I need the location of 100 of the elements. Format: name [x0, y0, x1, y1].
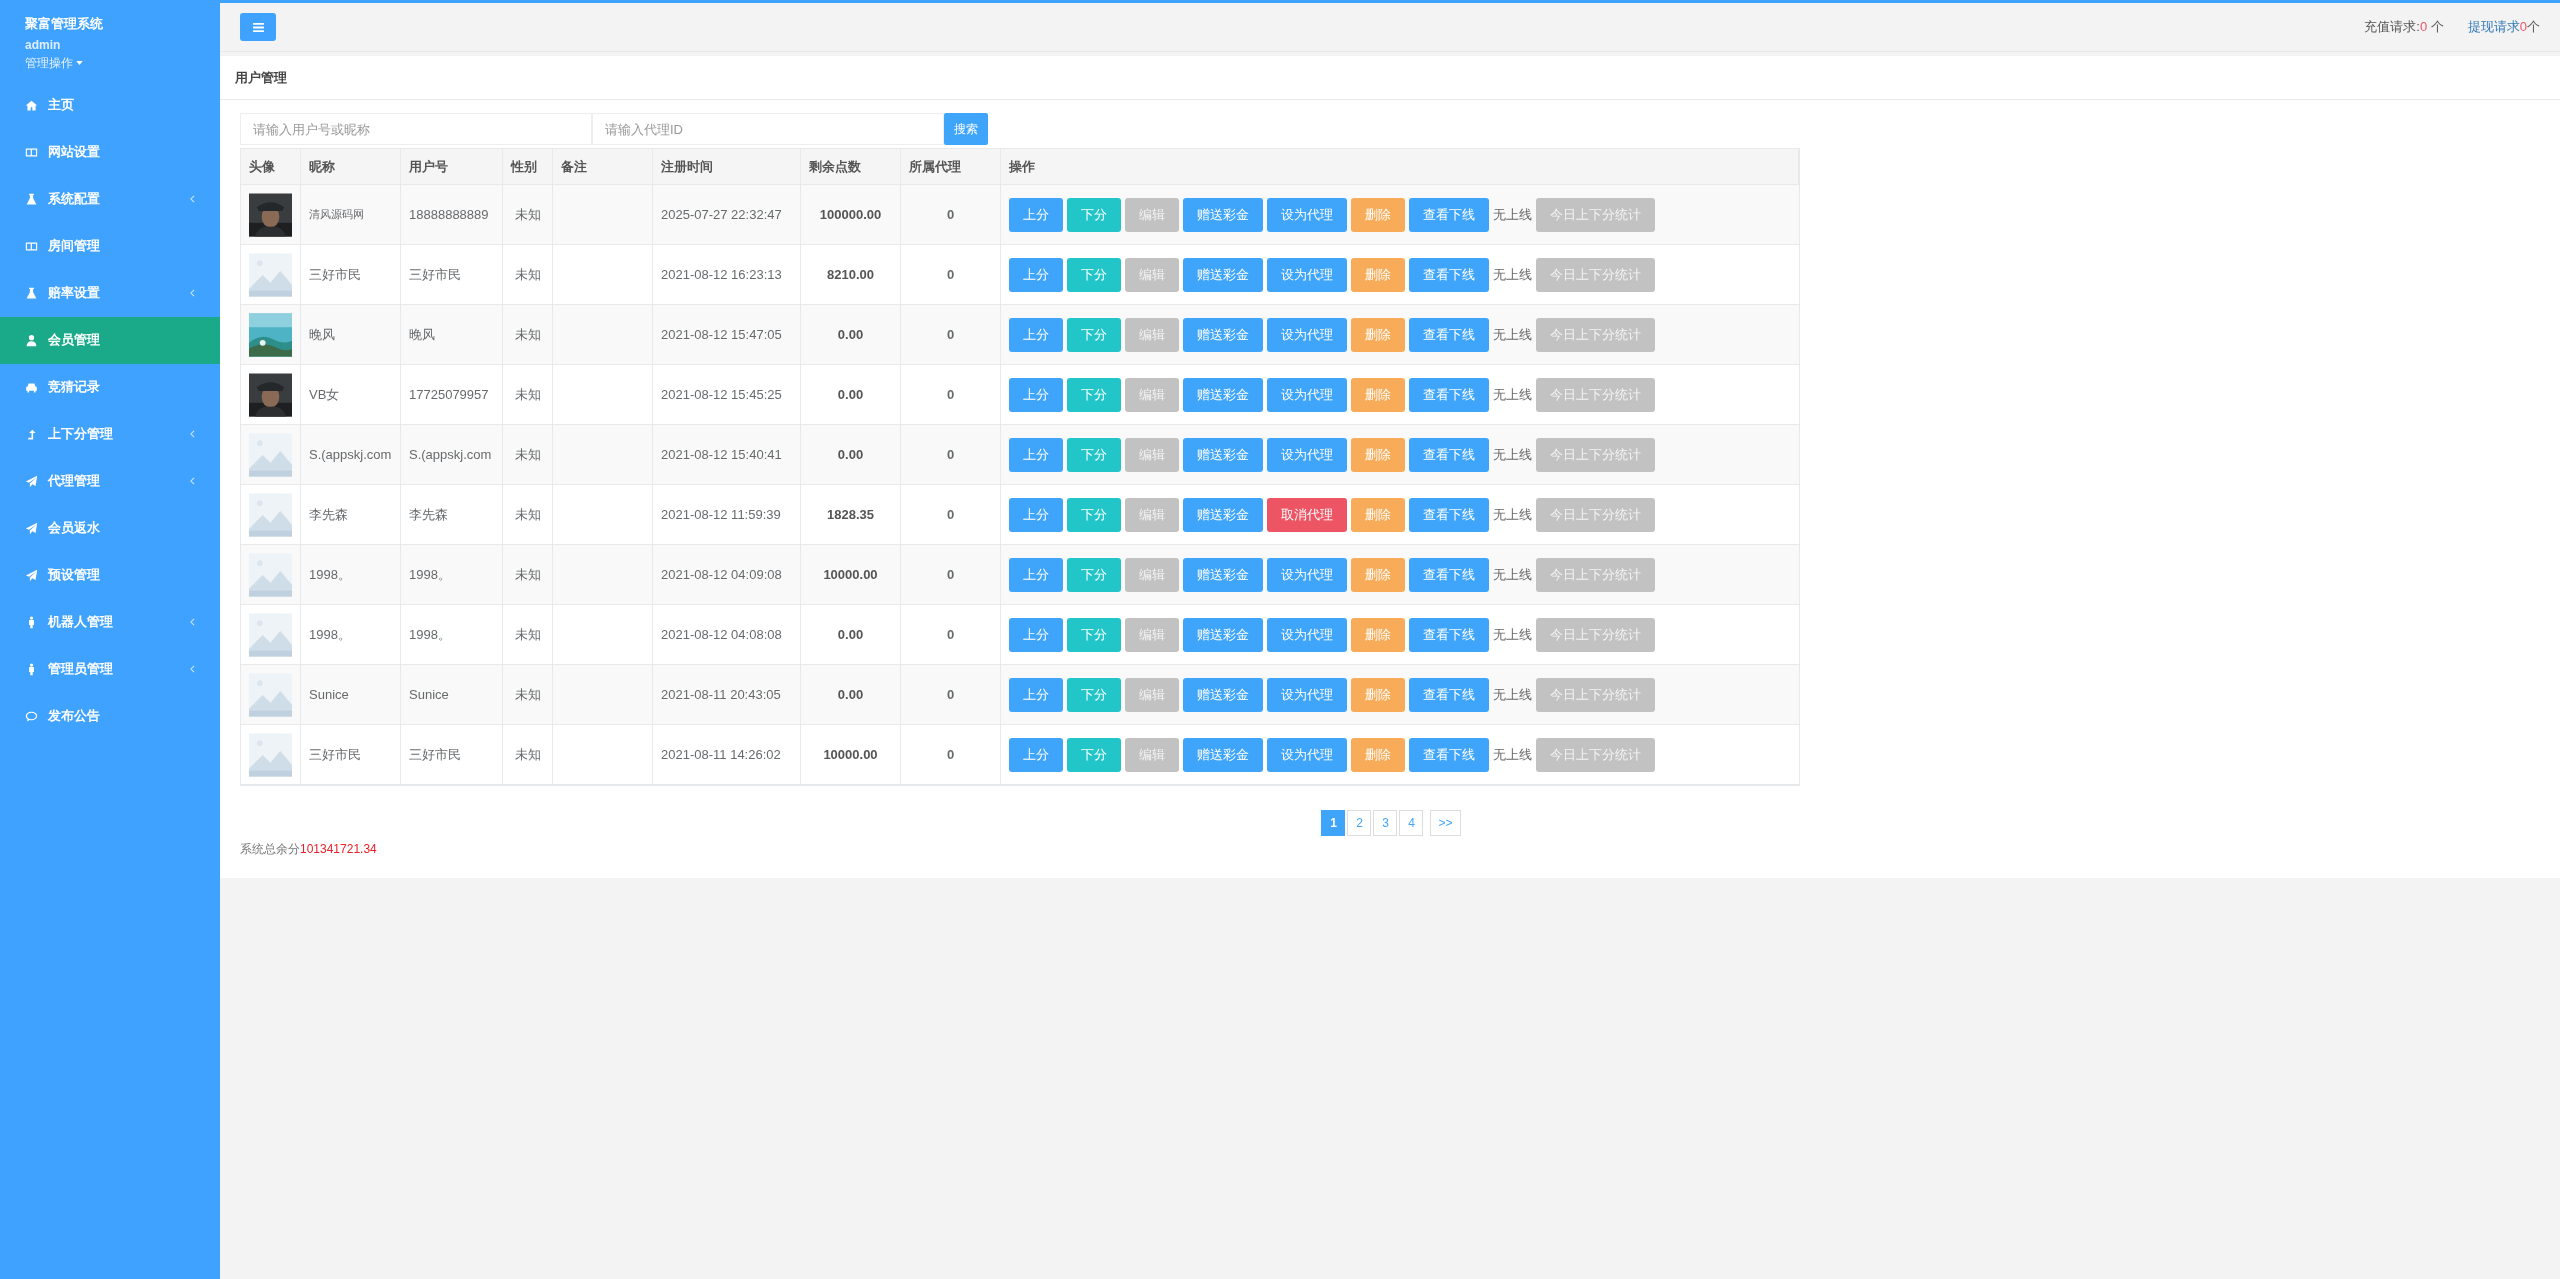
action-button[interactable]: 上分: [1009, 257, 1063, 292]
table-cell-text: 2021-08-12 15:40:41: [661, 445, 782, 464]
action-button[interactable]: 上分: [1009, 317, 1063, 352]
action-button[interactable]: 查看下线: [1409, 377, 1489, 412]
action-button[interactable]: 设为代理: [1267, 317, 1347, 352]
sidebar-item[interactable]: 主页: [0, 81, 220, 129]
page-link[interactable]: 1: [1321, 810, 1346, 836]
sidebar-item[interactable]: 预设管理: [0, 551, 220, 599]
sidebar-item[interactable]: 会员管理: [0, 316, 220, 364]
action-button[interactable]: 删除: [1351, 257, 1405, 292]
action-button[interactable]: 赠送彩金: [1183, 377, 1263, 412]
action-button[interactable]: 设为代理: [1267, 437, 1347, 472]
sidebar-item[interactable]: 代理管理: [0, 457, 220, 505]
request-label[interactable]: 提现请求: [2467, 17, 2520, 37]
action-button[interactable]: 设为代理: [1267, 377, 1347, 412]
action-button[interactable]: 下分: [1067, 737, 1121, 772]
action-button[interactable]: 下分: [1067, 377, 1121, 412]
account-menu[interactable]: 管理操作: [25, 53, 83, 72]
action-button[interactable]: 查看下线: [1409, 737, 1489, 772]
image-placeholder-icon: [249, 672, 292, 717]
action-button[interactable]: 下分: [1067, 257, 1121, 292]
action-button[interactable]: 上分: [1009, 557, 1063, 592]
action-button[interactable]: 下分: [1067, 437, 1121, 472]
table-cell-text: 8210.00: [827, 265, 874, 284]
action-button[interactable]: 下分: [1067, 497, 1121, 532]
sidebar-label: 上下分管理: [48, 425, 114, 444]
search-field[interactable]: 请输入用户号或昵称: [240, 113, 592, 145]
table-cell-text: 未知: [514, 565, 541, 584]
action-button[interactable]: 下分: [1067, 317, 1121, 352]
search-field[interactable]: 请输入代理ID: [592, 113, 944, 145]
sidebar-item[interactable]: 网站设置: [0, 128, 220, 176]
sidebar-item[interactable]: 机器人管理: [0, 598, 220, 646]
table-cell-text: 未知: [514, 505, 541, 524]
column-header: 性别: [511, 157, 537, 176]
page-link[interactable]: 4: [1399, 810, 1424, 836]
table-cell-text: 10000.00: [823, 745, 878, 764]
paper-plane-icon: [25, 521, 38, 535]
action-button[interactable]: 删除: [1351, 617, 1405, 652]
action-button[interactable]: 上分: [1009, 197, 1063, 232]
action-button[interactable]: 下分: [1067, 197, 1121, 232]
action-button[interactable]: 赠送彩金: [1183, 437, 1263, 472]
action-button[interactable]: 查看下线: [1409, 617, 1489, 652]
action-button[interactable]: 删除: [1351, 197, 1405, 232]
action-button[interactable]: 查看下线: [1409, 437, 1489, 472]
sidebar-item[interactable]: 管理员管理: [0, 645, 220, 693]
action-button[interactable]: 删除: [1351, 317, 1405, 352]
image-placeholder-icon: [249, 252, 292, 297]
search-button[interactable]: 搜索: [944, 113, 988, 145]
page-link[interactable]: >>: [1430, 810, 1461, 836]
action-button[interactable]: 查看下线: [1409, 497, 1489, 532]
action-button[interactable]: 下分: [1067, 617, 1121, 652]
action-button[interactable]: 赠送彩金: [1183, 677, 1263, 712]
action-button[interactable]: 上分: [1009, 677, 1063, 712]
action-button[interactable]: 查看下线: [1409, 677, 1489, 712]
action-button[interactable]: 查看下线: [1409, 317, 1489, 352]
action-button[interactable]: 设为代理: [1267, 257, 1347, 292]
sidebar-item[interactable]: 会员返水: [0, 504, 220, 552]
action-button[interactable]: 设为代理: [1267, 617, 1347, 652]
action-button[interactable]: 删除: [1351, 737, 1405, 772]
action-button[interactable]: 设为代理: [1267, 737, 1347, 772]
action-button[interactable]: 查看下线: [1409, 197, 1489, 232]
action-button[interactable]: 赠送彩金: [1183, 617, 1263, 652]
sidebar-item[interactable]: 竞猜记录: [0, 363, 220, 411]
action-button[interactable]: 删除: [1351, 377, 1405, 412]
page-link[interactable]: 3: [1373, 810, 1398, 836]
action-button[interactable]: 上分: [1009, 377, 1063, 412]
action-button[interactable]: 赠送彩金: [1183, 557, 1263, 592]
action-button[interactable]: 设为代理: [1267, 197, 1347, 232]
table-cell-text: 未知: [514, 625, 541, 644]
sidebar-item[interactable]: 系统配置: [0, 175, 220, 223]
action-button[interactable]: 删除: [1351, 497, 1405, 532]
action-button[interactable]: 下分: [1067, 677, 1121, 712]
action-button[interactable]: 赠送彩金: [1183, 317, 1263, 352]
sidebar-item[interactable]: 赔率设置: [0, 269, 220, 317]
action-button[interactable]: 删除: [1351, 437, 1405, 472]
action-button[interactable]: 上分: [1009, 497, 1063, 532]
action-button[interactable]: 删除: [1351, 677, 1405, 712]
action-button[interactable]: 下分: [1067, 557, 1121, 592]
action-button[interactable]: 删除: [1351, 557, 1405, 592]
page-link[interactable]: 2: [1347, 810, 1372, 836]
sidebar-item[interactable]: 上下分管理: [0, 410, 220, 458]
table-cell-text: 0.00: [837, 445, 864, 464]
action-button[interactable]: 赠送彩金: [1183, 497, 1263, 532]
sidebar-label: 管理员管理: [48, 660, 114, 679]
table-cell-text: 2021-08-12 15:47:05: [661, 325, 782, 344]
action-button[interactable]: 取消代理: [1267, 497, 1347, 532]
action-button[interactable]: 设为代理: [1267, 677, 1347, 712]
action-button[interactable]: 上分: [1009, 737, 1063, 772]
action-button[interactable]: 查看下线: [1409, 557, 1489, 592]
action-button[interactable]: 赠送彩金: [1183, 737, 1263, 772]
menu-button[interactable]: [240, 13, 276, 41]
action-button[interactable]: 上分: [1009, 617, 1063, 652]
action-button[interactable]: 设为代理: [1267, 557, 1347, 592]
table-cell-text: 2025-07-27 22:32:47: [661, 205, 782, 224]
action-button[interactable]: 赠送彩金: [1183, 257, 1263, 292]
sidebar-item[interactable]: 房间管理: [0, 222, 220, 270]
sidebar-item[interactable]: 发布公告: [0, 692, 220, 740]
action-button[interactable]: 查看下线: [1409, 257, 1489, 292]
action-button[interactable]: 赠送彩金: [1183, 197, 1263, 232]
action-button[interactable]: 上分: [1009, 437, 1063, 472]
